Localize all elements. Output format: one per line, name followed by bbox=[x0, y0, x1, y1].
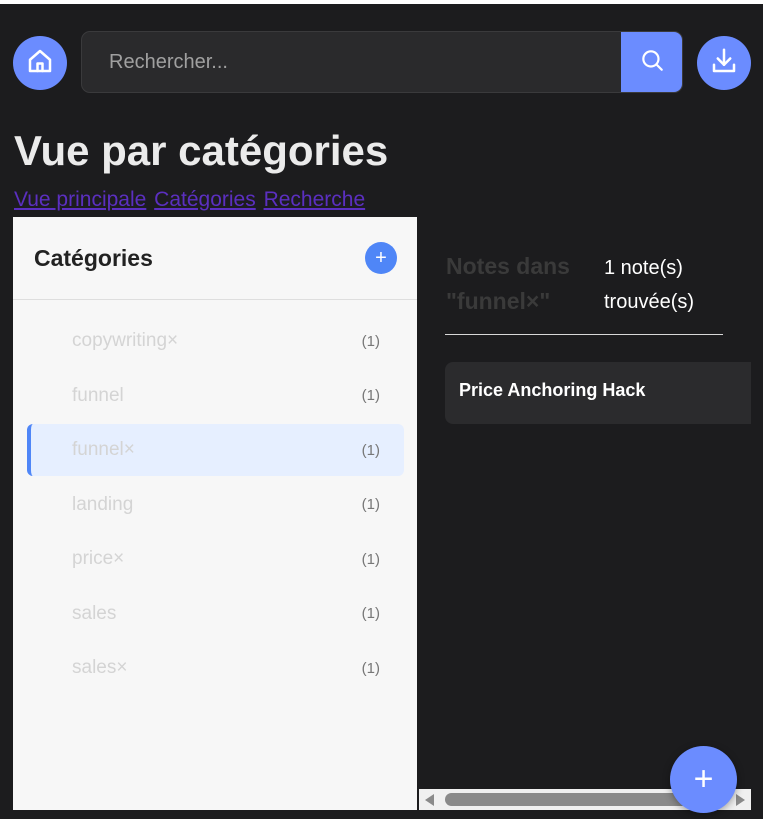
category-name: copywriting× bbox=[72, 330, 179, 351]
category-item[interactable]: sales× (1) bbox=[27, 642, 404, 694]
category-count: (1) bbox=[361, 659, 380, 677]
scroll-left-arrow-icon[interactable] bbox=[425, 794, 434, 806]
category-count: (1) bbox=[361, 496, 380, 513]
category-list: copywriting× (1) funnel (1) funnel× (1) … bbox=[27, 315, 404, 697]
category-item[interactable]: landing (1) bbox=[27, 479, 404, 531]
category-name: funnel bbox=[72, 384, 124, 406]
home-icon bbox=[25, 46, 55, 81]
category-name: sales× bbox=[72, 657, 128, 678]
notes-title: Notes dans "funnel×" bbox=[446, 253, 570, 314]
tab-categories[interactable]: Catégories bbox=[154, 188, 256, 211]
home-button[interactable] bbox=[13, 36, 67, 90]
add-category-button[interactable]: + bbox=[365, 242, 397, 274]
search-input[interactable] bbox=[82, 32, 622, 92]
category-item[interactable]: sales (1) bbox=[27, 588, 404, 640]
category-item-active[interactable]: funnel× (1) bbox=[27, 424, 404, 476]
category-count: (1) bbox=[361, 387, 380, 404]
scrollbar-thumb[interactable] bbox=[445, 793, 707, 806]
tab-vue-principale[interactable]: Vue principale bbox=[14, 188, 146, 211]
notes-count: 1 note(s) trouvée(s) bbox=[604, 257, 695, 313]
notes-header: Notes dans "funnel×" 1 note(s) trouvée(s… bbox=[445, 249, 723, 335]
categories-sidebar: Catégories + copywriting× (1) funnel (1)… bbox=[13, 217, 417, 810]
note-title: Price Anchoring Hack bbox=[459, 380, 646, 400]
category-name: price× bbox=[72, 548, 125, 569]
tab-recherche[interactable]: Recherche bbox=[264, 188, 366, 211]
category-count: (1) bbox=[361, 441, 380, 459]
sidebar-header: Catégories + bbox=[13, 217, 417, 300]
download-icon bbox=[709, 46, 739, 81]
add-note-button[interactable]: + bbox=[670, 746, 737, 813]
category-count: (1) bbox=[361, 605, 380, 622]
category-name: sales bbox=[72, 602, 117, 624]
category-count: (1) bbox=[361, 332, 380, 350]
category-name: funnel× bbox=[72, 439, 135, 460]
top-border bbox=[0, 0, 763, 4]
search-button[interactable] bbox=[621, 32, 682, 92]
scroll-right-arrow-icon[interactable] bbox=[736, 794, 745, 806]
category-item[interactable]: copywriting× (1) bbox=[27, 315, 404, 367]
search-icon bbox=[639, 47, 665, 78]
category-item[interactable]: funnel (1) bbox=[27, 370, 404, 422]
view-tabs: Vue principale Catégories Recherche bbox=[14, 188, 367, 212]
search-bar bbox=[81, 31, 683, 93]
sidebar-title: Catégories bbox=[34, 244, 153, 271]
category-item[interactable]: price× (1) bbox=[27, 533, 404, 585]
page-title: Vue par catégories bbox=[14, 127, 389, 174]
note-card[interactable]: Price Anchoring Hack bbox=[445, 362, 751, 424]
category-name: landing bbox=[72, 493, 134, 515]
category-count: (1) bbox=[361, 550, 380, 568]
download-button[interactable] bbox=[697, 36, 751, 90]
